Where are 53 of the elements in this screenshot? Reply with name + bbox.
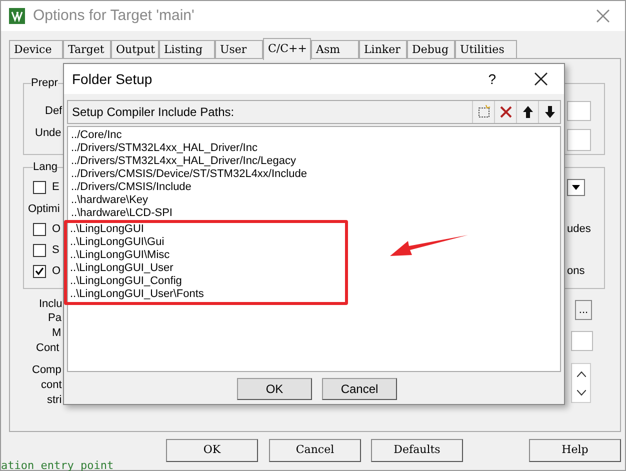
tab[interactable]: User <box>215 40 263 59</box>
checkbox-label: E <box>52 181 60 194</box>
tab[interactable]: Asm <box>311 40 359 59</box>
tab[interactable]: C/C++ <box>263 38 311 60</box>
label: Comp <box>32 364 62 377</box>
tab[interactable]: Output <box>111 40 159 59</box>
checkbox[interactable] <box>33 244 46 257</box>
list-label: Setup Compiler Include Paths: <box>72 104 234 121</box>
path-item[interactable]: ../Drivers/STM32L4xx_HAL_Driver/Inc/Legacy <box>68 155 560 168</box>
label: Lang <box>33 161 58 174</box>
close-icon[interactable] <box>534 72 548 86</box>
path-item[interactable]: ..\LingLongGUI <box>67 223 345 236</box>
tab[interactable]: Utilities <box>455 40 517 59</box>
path-item[interactable]: ..\LingLongGUI_Config <box>67 275 345 288</box>
tab[interactable]: Debug <box>407 40 455 59</box>
dialog-button[interactable]: OK <box>166 439 258 462</box>
path-item[interactable]: ../Drivers/STM32L4xx_HAL_Driver/Inc <box>68 142 560 155</box>
path-item[interactable]: ..\LingLongGUI_User <box>67 262 345 275</box>
path-item[interactable]: ..\hardware\LCD-SPI <box>68 207 560 220</box>
input-field[interactable] <box>567 129 591 151</box>
help-button[interactable]: ? <box>488 68 496 90</box>
app-logo-icon <box>9 8 25 24</box>
checkbox-label: O <box>52 223 61 236</box>
path-item[interactable]: ../Drivers/CMSIS/Include <box>68 181 560 194</box>
browse-button[interactable]: ... <box>575 300 592 320</box>
input-field[interactable] <box>567 101 591 121</box>
dialog-button[interactable]: Defaults <box>371 439 463 462</box>
window-title: Options for Target 'main' <box>33 6 194 26</box>
tab[interactable]: Listing <box>159 40 215 59</box>
path-item[interactable]: ..\hardware\Key <box>68 194 560 207</box>
dialog-button[interactable]: Cancel <box>269 439 361 462</box>
checkbox-label: S <box>52 244 60 257</box>
path-item[interactable]: ../Core/Inc <box>68 129 560 142</box>
tab[interactable]: Target <box>63 40 111 59</box>
checkbox[interactable] <box>33 181 46 194</box>
dialog-button[interactable]: Cancel <box>322 378 397 400</box>
tab[interactable]: Device <box>9 40 63 59</box>
dialog-button[interactable]: Help <box>529 439 621 462</box>
dialog-title: Folder Setup <box>72 70 152 89</box>
path-item[interactable]: ..\LingLongGUI_User\Fonts <box>67 288 345 301</box>
tab[interactable]: Linker <box>359 40 407 59</box>
label: Prepr <box>31 77 58 90</box>
label: Optimi <box>28 203 60 216</box>
checkbox[interactable] <box>33 265 46 278</box>
checkbox-label: O <box>52 265 61 278</box>
input-field[interactable] <box>571 331 593 351</box>
dialog-button[interactable]: OK <box>237 378 312 400</box>
path-item[interactable]: ..\LingLongGUI\Misc <box>67 249 345 262</box>
checkbox[interactable] <box>33 223 46 236</box>
path-item[interactable]: ../Drivers/CMSIS/Device/ST/STM32L4xx/Include <box>68 168 560 181</box>
path-item[interactable]: ..\LingLongGUI\Gui <box>67 236 345 249</box>
scroll-bar[interactable] <box>571 363 591 403</box>
status-text: ation entry point <box>1 460 114 471</box>
